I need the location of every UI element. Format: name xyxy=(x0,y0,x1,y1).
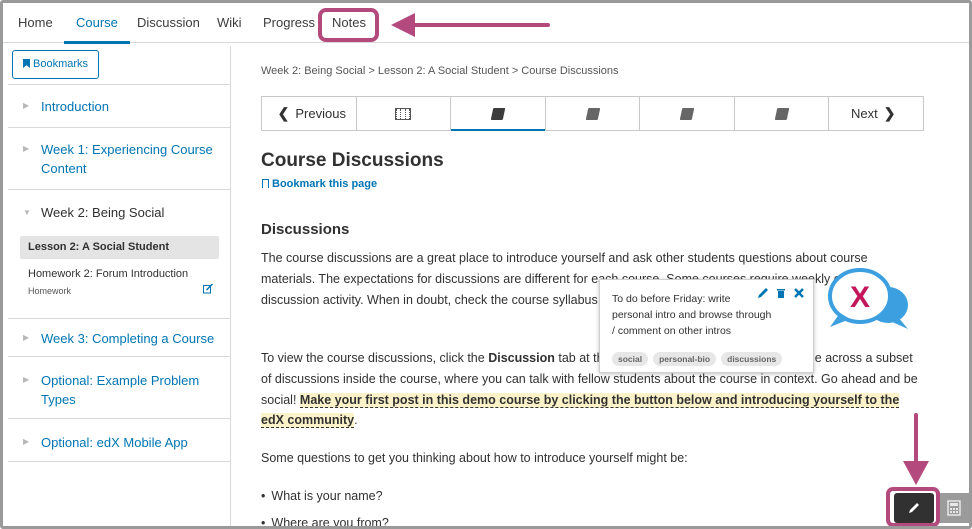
bookmark-outline-icon xyxy=(262,179,269,188)
down-arrow-annotation xyxy=(903,413,929,485)
edit-icon xyxy=(203,284,213,294)
paragraph-questions: Some questions to get you thinking about… xyxy=(261,451,688,465)
paragraph-instructions: To view the course discussions, click th… xyxy=(261,348,925,431)
bookmark-page-link[interactable]: Bookmark this page xyxy=(262,178,377,190)
text-segment: To view the course discussions, click th… xyxy=(261,351,489,365)
caret-down-icon: ▼ xyxy=(23,208,31,217)
book-icon xyxy=(774,107,789,120)
film-icon xyxy=(395,107,412,120)
section-title[interactable]: Optional: edX Mobile App xyxy=(41,433,221,452)
page-title: Course Discussions xyxy=(261,150,444,171)
book-icon xyxy=(490,107,506,120)
tab-home[interactable]: Home xyxy=(18,3,53,43)
homework-subtitle: Homework xyxy=(28,286,72,296)
left-arrow-annotation xyxy=(391,13,550,37)
window-frame: Home Course Discussion Wiki Progress Not… xyxy=(0,0,972,529)
breadcrumb: Week 2: Being Social > Lesson 2: A Socia… xyxy=(261,65,619,77)
section-title[interactable]: Week 3: Completing a Course xyxy=(41,329,221,348)
tab-wiki[interactable]: Wiki xyxy=(217,3,242,43)
section-title[interactable]: Introduction xyxy=(41,97,221,116)
sidebar-homework-item[interactable]: Homework 2: Forum Introduction xyxy=(28,268,188,280)
tag-social[interactable]: social xyxy=(612,352,649,366)
seq-unit-text[interactable] xyxy=(546,97,641,130)
section-title[interactable]: Week 2: Being Social xyxy=(41,203,221,222)
previous-button[interactable]: ❮ Previous xyxy=(262,97,357,130)
note-popup: To do before Friday: write personal intr… xyxy=(599,279,814,373)
book-icon xyxy=(679,107,695,120)
sequence-navigation: ❮ Previous Next ❯ xyxy=(261,96,924,131)
add-note-highlight xyxy=(886,487,940,526)
trash-icon[interactable] xyxy=(775,287,787,299)
bookmarks-label: Bookmarks xyxy=(33,58,89,70)
seq-unit-text[interactable] xyxy=(735,97,830,130)
tag-discussions[interactable]: discussions xyxy=(721,352,783,366)
chevron-right-icon: ❯ xyxy=(883,105,896,121)
bookmark-page-label: Bookmark this page xyxy=(272,178,378,190)
course-outline-sidebar: Bookmarks ▶ Introduction ▶ Week 1: Exper… xyxy=(8,46,231,526)
seq-unit-text-active[interactable] xyxy=(451,97,546,131)
note-text: To do before Friday: write personal intr… xyxy=(612,293,772,337)
caret-right-icon: ▶ xyxy=(23,333,30,342)
discussion-bold-text: Discussion xyxy=(488,351,555,365)
section-title[interactable]: Week 1: Experiencing Course Content xyxy=(41,140,221,178)
calculator-button[interactable] xyxy=(939,493,969,523)
caret-right-icon: ▶ xyxy=(23,437,30,446)
tab-course[interactable]: Course xyxy=(64,3,130,44)
notes-tab-highlight xyxy=(318,8,379,42)
list-item: What is your name? xyxy=(261,489,382,503)
sidebar-section-week1[interactable]: ▶ Week 1: Experiencing Course Content xyxy=(8,127,231,189)
sidebar-section-introduction[interactable]: ▶ Introduction xyxy=(8,84,231,127)
tag-personal-bio[interactable]: personal-bio xyxy=(653,352,717,366)
tab-discussion[interactable]: Discussion xyxy=(137,3,200,43)
pencil-icon[interactable] xyxy=(757,287,769,299)
seq-unit-video[interactable] xyxy=(357,97,452,130)
section-title[interactable]: Optional: Example Problem Types xyxy=(41,371,221,409)
calculator-icon xyxy=(947,500,961,516)
next-label: Next xyxy=(851,106,878,121)
caret-right-icon: ▶ xyxy=(23,375,30,384)
book-icon xyxy=(585,107,600,120)
sidebar-divider xyxy=(8,461,231,462)
chevron-left-icon: ❮ xyxy=(277,105,290,121)
section-heading: Discussions xyxy=(261,221,350,238)
seq-unit-text[interactable] xyxy=(640,97,735,130)
previous-label: Previous xyxy=(295,106,346,121)
svg-text:X: X xyxy=(850,281,870,314)
note-tags: social personal-bio discussions xyxy=(612,352,783,366)
close-icon[interactable] xyxy=(793,287,805,299)
sidebar-section-week3[interactable]: ▶ Week 3: Completing a Course xyxy=(8,318,231,356)
bookmarks-button[interactable]: Bookmarks xyxy=(12,50,99,79)
list-item: Where are you from? xyxy=(261,516,388,526)
sidebar-section-mobile-app[interactable]: ▶ Optional: edX Mobile App xyxy=(8,418,231,461)
tab-progress[interactable]: Progress xyxy=(263,3,315,43)
caret-right-icon: ▶ xyxy=(23,144,30,153)
sidebar-active-lesson[interactable]: Lesson 2: A Social Student xyxy=(20,236,219,259)
note-actions xyxy=(757,287,805,299)
caret-right-icon: ▶ xyxy=(23,101,30,110)
bookmark-icon xyxy=(23,59,30,68)
text-segment: . xyxy=(354,413,358,428)
next-button[interactable]: Next ❯ xyxy=(829,97,923,130)
sidebar-section-example-problems[interactable]: ▶ Optional: Example Problem Types xyxy=(8,356,231,418)
discussion-bubbles-logo: X xyxy=(828,268,908,329)
